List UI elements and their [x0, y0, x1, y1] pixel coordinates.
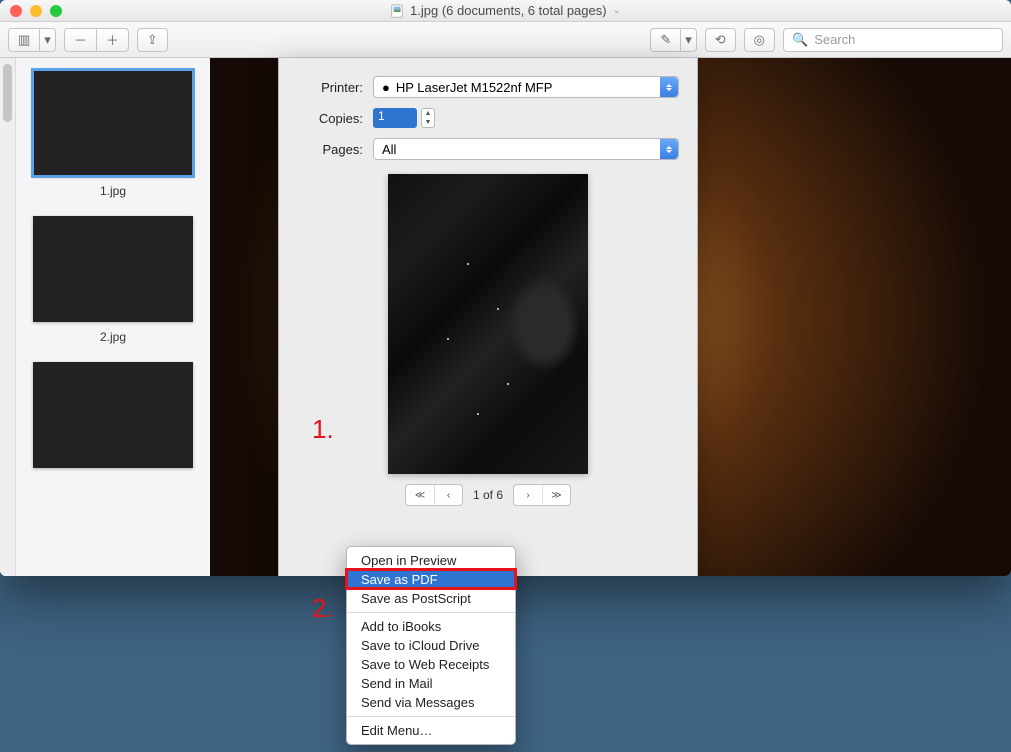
main-image-view[interactable]: Printer: ● HP LaserJet M1522nf MFP Copie… — [210, 58, 1011, 576]
annotate-icon[interactable]: ◎ — [744, 28, 775, 52]
menu-edit-menu[interactable]: Edit Menu… — [347, 721, 515, 740]
page-navigator: ≪ ‹ 1 of 6 › ≫ — [405, 484, 571, 506]
thumbnail-label: 2.jpg — [26, 330, 200, 344]
menu-send-in-mail[interactable]: Send in Mail — [347, 674, 515, 693]
prev-page-icon[interactable]: ‹ — [434, 485, 462, 505]
pages-label: Pages: — [297, 142, 363, 157]
pages-select[interactable]: All — [373, 138, 679, 160]
menu-save-to-icloud[interactable]: Save to iCloud Drive — [347, 636, 515, 655]
sidebar-thumbs-icon[interactable]: ▥ — [8, 28, 40, 52]
zoom-in-icon[interactable]: ＋ — [97, 28, 129, 52]
window-title: 1.jpg (6 documents, 6 total pages) ⌄ — [0, 3, 1011, 18]
image-file-icon — [390, 4, 404, 18]
view-dropdown-icon[interactable]: ▾ — [40, 28, 56, 52]
copies-input[interactable]: 1 — [373, 108, 417, 128]
menu-open-in-preview[interactable]: Open in Preview — [347, 551, 515, 570]
menu-add-to-ibooks[interactable]: Add to iBooks — [347, 617, 515, 636]
view-mode-segment[interactable]: ▥ ▾ — [8, 28, 56, 52]
pdf-dropdown-menu: Open in Preview Save as PDF Save as Post… — [346, 546, 516, 745]
markup-dropdown-icon[interactable]: ▾ — [681, 28, 697, 52]
updown-icon — [660, 139, 678, 159]
titlebar[interactable]: 1.jpg (6 documents, 6 total pages) ⌄ — [0, 0, 1011, 22]
printer-select[interactable]: ● HP LaserJet M1522nf MFP — [373, 76, 679, 98]
thumbnail-image — [33, 70, 193, 176]
chevron-down-icon[interactable]: ⌄ — [613, 5, 621, 16]
zoom-out-icon[interactable]: － — [64, 28, 97, 52]
zoom-segment: － ＋ — [64, 28, 129, 52]
search-icon: 🔍 — [792, 32, 808, 48]
thumbnail-label: 1.jpg — [26, 184, 200, 198]
copies-label: Copies: — [297, 111, 363, 126]
sidebar: 1.jpg 2.jpg — [0, 58, 210, 576]
rotate-icon[interactable]: ⟲ — [705, 28, 736, 52]
thumbnail-3[interactable] — [26, 362, 200, 468]
copies-stepper[interactable]: ▲▼ — [421, 108, 435, 128]
sidebar-scrollbar[interactable] — [0, 58, 16, 576]
print-preview-page — [388, 174, 588, 474]
menu-save-as-postscript[interactable]: Save as PostScript — [347, 589, 515, 608]
annotation-label-2: 2. — [312, 593, 334, 624]
print-dialog: Printer: ● HP LaserJet M1522nf MFP Copie… — [278, 58, 698, 576]
updown-icon — [660, 77, 678, 97]
last-page-icon[interactable]: ≫ — [542, 485, 570, 505]
printer-status-icon: ● — [382, 80, 390, 95]
page-counter: 1 of 6 — [473, 488, 503, 502]
thumbnail-image — [33, 216, 193, 322]
thumbnail-2[interactable]: 2.jpg — [26, 216, 200, 344]
thumbnail-image — [33, 362, 193, 468]
menu-save-to-web-receipts[interactable]: Save to Web Receipts — [347, 655, 515, 674]
preview-window: 1.jpg (6 documents, 6 total pages) ⌄ ▥ ▾… — [0, 0, 1011, 576]
thumbnail-1[interactable]: 1.jpg — [26, 70, 200, 198]
first-page-icon[interactable]: ≪ — [406, 485, 434, 505]
menu-save-as-pdf[interactable]: Save as PDF — [347, 570, 515, 589]
next-page-icon[interactable]: › — [514, 485, 542, 505]
printer-label: Printer: — [297, 80, 363, 95]
markup-icon[interactable]: ✎ — [650, 28, 681, 52]
share-icon[interactable]: ⇪ — [137, 28, 168, 52]
search-input[interactable]: 🔍 Search — [783, 28, 1003, 52]
toolbar: ▥ ▾ － ＋ ⇪ ✎ ▾ ⟲ ◎ 🔍 Search — [0, 22, 1011, 58]
menu-send-via-messages[interactable]: Send via Messages — [347, 693, 515, 712]
